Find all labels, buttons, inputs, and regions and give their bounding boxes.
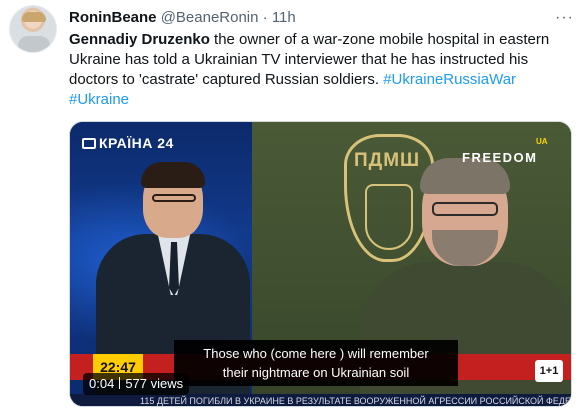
video-elapsed: 0:04 [89, 376, 115, 391]
video-view-count: 577 views [125, 376, 184, 391]
header-separator: · [262, 9, 268, 26]
tweet-header: RoninBeane @BeaneRonin · 11h [69, 9, 296, 27]
hashtag-ukrainerussiawar[interactable]: #UkraineRussiaWar [383, 71, 516, 88]
video-subtitle: Those who (come here ) will remember the… [174, 340, 458, 386]
pill-divider [119, 377, 121, 389]
tweet-card[interactable]: RoninBeane @BeaneRonin · 11h ··· Gennadi… [0, 0, 582, 412]
video-status-pill: 0:04 577 views [83, 373, 190, 395]
avatar-hat [22, 12, 46, 22]
subtitle-line-2: their nightmare on Ukrainian soil [222, 365, 410, 380]
tweet-text: Gennadiy Druzenko the owner of a war-zon… [69, 30, 569, 110]
author-handle[interactable]: @BeaneRonin [161, 9, 259, 26]
anchor-glasses [152, 194, 196, 202]
video-player[interactable]: КРАЇНА 24 ПДМШ FREEDOM UA 22:47 115 ДЕТЕ… [69, 121, 572, 407]
ua-badge: UA [536, 137, 548, 146]
guest-glasses [432, 202, 498, 216]
channel-logo-text: КРАЇНА 24 [99, 135, 174, 151]
channel-bug: 1+1 [535, 360, 563, 382]
hashtag-ukraine[interactable]: #Ukraine [69, 91, 129, 108]
freedom-watermark: FREEDOM [462, 150, 538, 165]
tweet-text-lead: Gennadiy Druzenko [69, 31, 210, 48]
subtitle-line-1: Those who (come here ) will remember [203, 346, 429, 361]
bottom-news-strip: 115 ДЕТЕЙ ПОГИБЛИ В УКРАИНЕ В РЕЗУЛЬТАТЕ… [70, 394, 571, 406]
author-avatar[interactable] [9, 5, 57, 53]
channel-logo-icon [82, 138, 96, 149]
patch-text: ПДМШ [354, 150, 421, 171]
anchor-hair [141, 162, 205, 188]
author-name[interactable]: RoninBeane [69, 9, 157, 26]
channel-logo: КРАЇНА 24 [82, 135, 174, 151]
tweet-timestamp[interactable]: 11h [272, 9, 296, 26]
patch-emblem-icon [365, 184, 413, 250]
more-dots-icon[interactable]: ··· [555, 9, 574, 27]
avatar-shirt [18, 36, 50, 52]
